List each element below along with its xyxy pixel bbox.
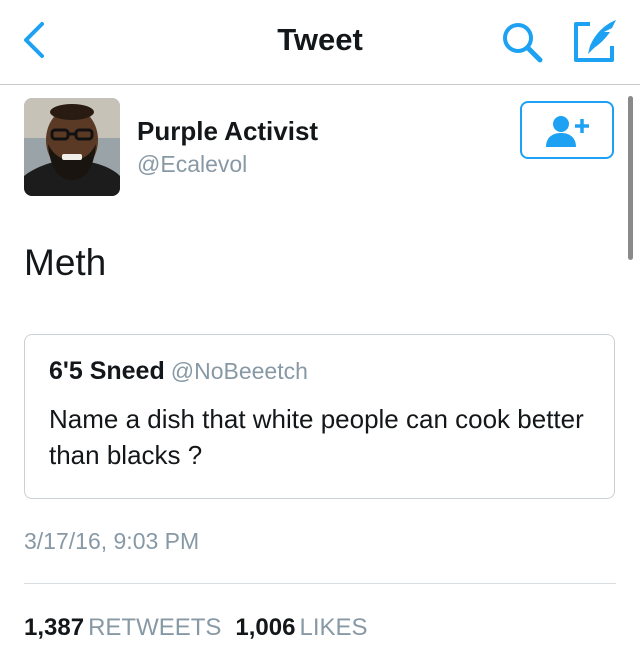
chevron-left-icon[interactable] bbox=[18, 20, 48, 60]
tweet-text: Meth bbox=[24, 242, 107, 283]
author-name[interactable]: Purple Activist bbox=[137, 116, 318, 147]
search-icon[interactable] bbox=[498, 18, 546, 66]
avatar-image bbox=[24, 98, 120, 196]
compose-tweet-icon[interactable] bbox=[570, 16, 622, 66]
quoted-tweet[interactable]: 6'5 Sneed @NoBeeetch Name a dish that whi… bbox=[24, 334, 615, 499]
quoted-tweet-author: 6'5 Sneed @NoBeeetch bbox=[49, 357, 308, 386]
add-user-icon bbox=[546, 116, 589, 147]
follow-button[interactable] bbox=[520, 101, 614, 159]
engagement-stats: 1,387 RETWEETS 1,006 LIKES bbox=[24, 614, 382, 642]
likes-label: LIKES bbox=[299, 614, 368, 641]
tweet-timestamp: 3/17/16, 9:03 PM bbox=[24, 528, 200, 554]
navigation-bar: Tweet bbox=[0, 0, 640, 85]
scrollbar[interactable] bbox=[628, 96, 633, 260]
retweets-stat[interactable]: 1,387 RETWEETS bbox=[24, 614, 235, 641]
quoted-author-handle: @NoBeeetch bbox=[170, 358, 308, 384]
divider bbox=[24, 583, 616, 584]
likes-stat[interactable]: 1,006 LIKES bbox=[235, 614, 381, 641]
author-handle[interactable]: @Ecalevol bbox=[137, 151, 247, 178]
quoted-author-name: 6'5 Sneed bbox=[49, 357, 165, 385]
avatar[interactable] bbox=[24, 98, 120, 196]
likes-count: 1,006 bbox=[235, 614, 296, 641]
retweets-label: RETWEETS bbox=[88, 614, 222, 641]
quoted-tweet-text: Name a dish that white people can cook b… bbox=[49, 404, 584, 470]
retweets-count: 1,387 bbox=[24, 614, 85, 641]
